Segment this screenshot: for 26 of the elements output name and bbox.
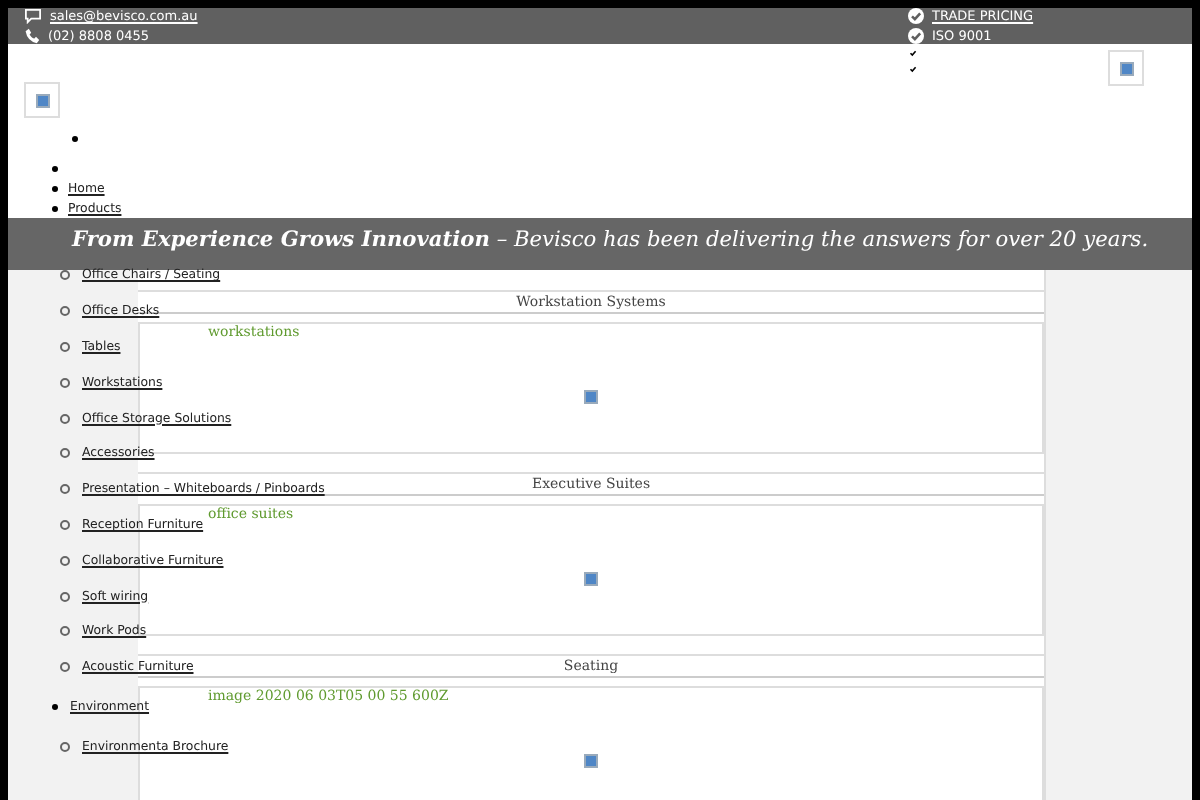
phone-icon: [24, 27, 40, 44]
bullet-icon: [60, 484, 70, 495]
bullet-icon: [60, 377, 70, 388]
bullet-icon: [52, 185, 58, 191]
broken-image-icon: [35, 93, 49, 107]
chat-icon: [24, 8, 42, 25]
broken-image-icon: [584, 571, 598, 585]
bullet-icon: [60, 413, 70, 424]
bullet-icon: [52, 704, 58, 711]
broken-image-icon: [584, 389, 598, 403]
broken-image-icon: [584, 753, 598, 767]
bullet-icon: [60, 626, 70, 637]
bullet-icon: [52, 165, 58, 171]
bullet-icon: [60, 306, 70, 317]
tagline-banner: From Experience Grows Innovation – Bevisco has been delivering the answers for over 20 years.: [8, 218, 1192, 270]
bullet-icon: [60, 519, 70, 530]
bullet-icon: [60, 741, 70, 752]
bullet-icon: [60, 270, 70, 281]
bullet-icon: [60, 591, 70, 602]
bullet-icon: [60, 341, 70, 352]
broken-image-icon: [1119, 61, 1133, 75]
bullet-icon: [72, 135, 78, 141]
bullet-icon: [52, 205, 58, 211]
bullet-icon: [60, 662, 70, 673]
bullet-icon: [60, 448, 70, 459]
bullet-icon: [60, 555, 70, 566]
